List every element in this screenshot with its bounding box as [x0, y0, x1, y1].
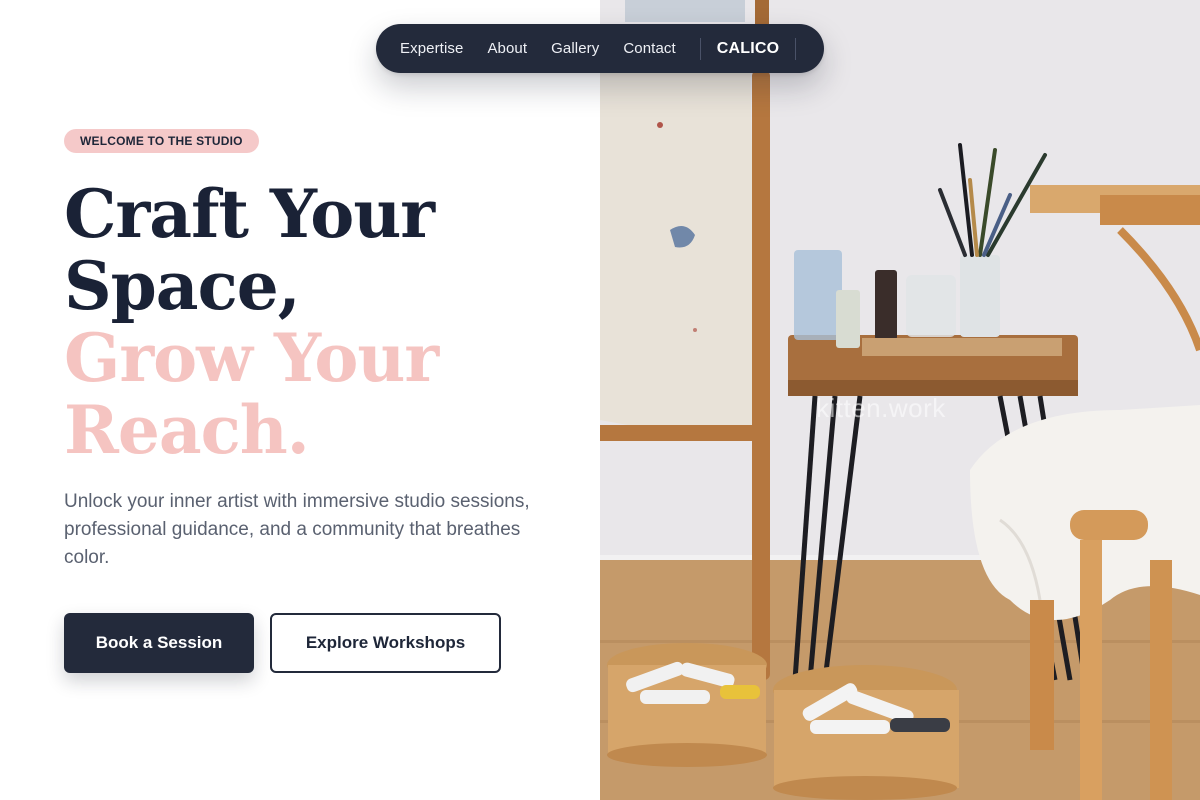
brand-logo[interactable]: CALICO: [717, 40, 780, 58]
nav-link-about[interactable]: About: [487, 40, 527, 57]
welcome-badge: WELCOME TO THE STUDIO: [64, 129, 259, 153]
studio-photo: kitten.work: [600, 0, 1200, 800]
nav-link-gallery[interactable]: Gallery: [551, 40, 599, 57]
nav-divider: [699, 37, 701, 60]
headline-line-1: Craft Your: [64, 175, 435, 253]
headline-line-2: Space,: [64, 247, 301, 325]
nav-divider-end: [795, 37, 797, 60]
hero-headline: Craft Your Space, Grow Your Reach.: [64, 178, 584, 466]
nav-link-expertise[interactable]: Expertise: [400, 40, 463, 57]
headline-line-3: Grow Your: [64, 319, 439, 397]
book-session-button[interactable]: Book a Session: [64, 613, 254, 673]
photo-watermark: kitten.work: [816, 393, 946, 423]
hero-subtext: Unlock your inner artist with immersive …: [64, 491, 530, 568]
top-nav: Expertise About Gallery Contact CALICO: [376, 24, 824, 73]
explore-workshops-button[interactable]: Explore Workshops: [270, 613, 501, 673]
nav-link-contact[interactable]: Contact: [623, 40, 675, 57]
headline-line-4: Reach.: [64, 391, 310, 469]
